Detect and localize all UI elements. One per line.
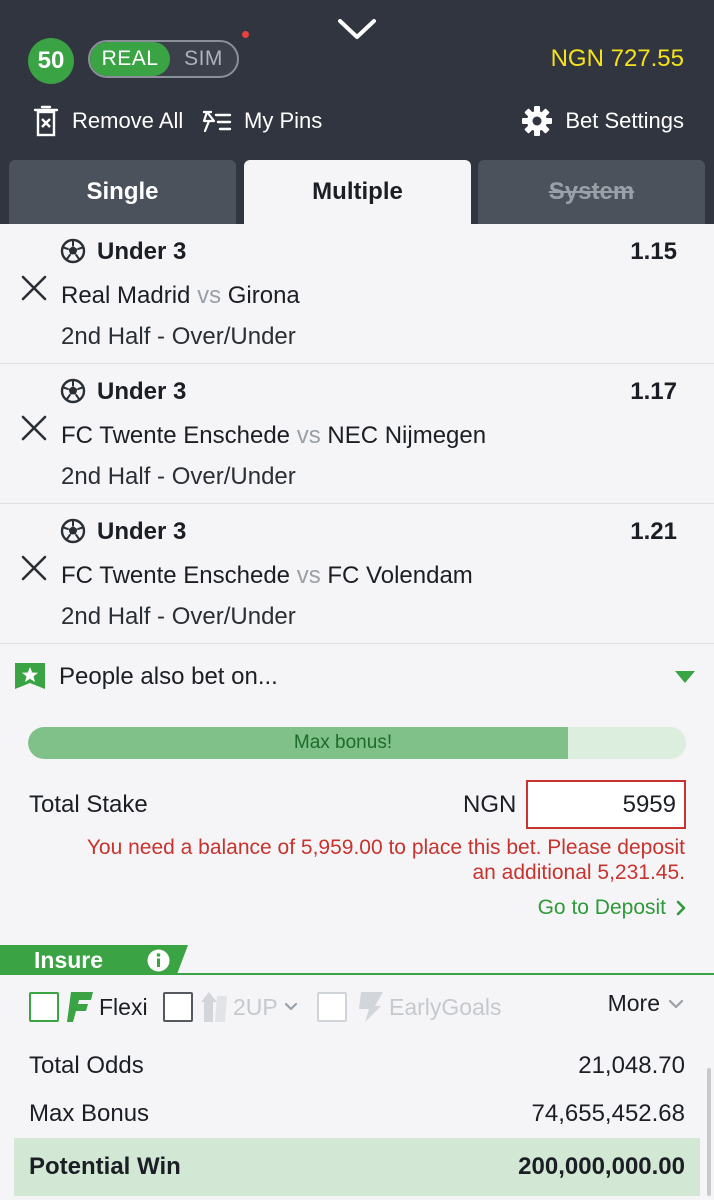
away-team: NEC Nijmegen — [327, 422, 487, 449]
selection-pick: Under 3 — [97, 378, 187, 405]
selection-list: Under 3 1.15 Real Madrid vs Girona 2nd H… — [0, 224, 714, 644]
insure-header: Insure — [0, 945, 188, 975]
chevron-right-icon — [676, 900, 686, 916]
tab-multiple[interactable]: Multiple — [244, 160, 471, 224]
selection-odds: 1.17 — [630, 378, 677, 405]
flexi-label: Flexi — [99, 993, 148, 1020]
pin-list-icon — [202, 110, 232, 133]
real-sim-toggle[interactable]: REAL SIM — [88, 40, 239, 78]
total-odds-label: Total Odds — [29, 1052, 144, 1079]
close-icon[interactable] — [20, 274, 48, 302]
max-bonus-row: Max Bonus 74,655,452.68 — [29, 1100, 685, 1128]
selection-pick: Under 3 — [97, 518, 187, 545]
deposit-link-label: Go to Deposit — [537, 896, 666, 919]
betslip-header: 50 REAL SIM NGN 727.55 Remove All My Pin… — [0, 0, 714, 224]
football-icon — [60, 378, 86, 404]
two-up-logo-icon — [201, 992, 227, 1022]
selection-match: FC Twente Enschede vs FC Volendam — [61, 562, 473, 590]
selection-market: 2nd Half - Over/Under — [61, 323, 296, 350]
max-bonus-progress: Max bonus! — [28, 727, 686, 759]
bet-type-tabs: Single Multiple System — [0, 160, 714, 224]
stake-currency: NGN — [463, 791, 517, 818]
more-options-button[interactable]: More — [608, 990, 684, 1017]
early-goals-checkbox[interactable] — [317, 992, 347, 1022]
more-label: More — [607, 990, 660, 1016]
two-up-checkbox[interactable] — [163, 992, 193, 1022]
selection-item: Under 3 1.21 FC Twente Enschede vs FC Vo… — [0, 504, 714, 644]
selection-market: 2nd Half - Over/Under — [61, 463, 296, 490]
potential-win-label: Potential Win — [29, 1153, 181, 1180]
scrollbar[interactable] — [707, 1068, 711, 1196]
vs-label: vs — [296, 562, 321, 589]
away-team: FC Volendam — [327, 562, 473, 589]
home-team: FC Twente Enschede — [61, 422, 291, 449]
potential-win-row: Potential Win 200,000,000.00 — [14, 1138, 700, 1196]
selection-odds: 1.15 — [630, 238, 677, 265]
insufficient-balance-warning: You need a balance of 5,959.00 to place … — [5, 835, 685, 885]
chevron-down-icon[interactable] — [284, 1002, 298, 1012]
bet-settings-label: Bet Settings — [565, 108, 684, 133]
account-balance: NGN 727.55 — [550, 45, 684, 72]
people-also-bet-section[interactable]: People also bet on... — [0, 645, 714, 705]
selection-odds: 1.21 — [630, 518, 677, 545]
potential-win-value: 200,000,000.00 — [518, 1153, 685, 1180]
home-team: Real Madrid — [61, 282, 191, 309]
gear-icon — [522, 106, 553, 136]
selection-match: FC Twente Enschede vs NEC Nijmegen — [61, 422, 486, 450]
warning-line: You need a balance of 5,959.00 to place … — [86, 836, 685, 859]
tab-system: System — [478, 160, 705, 224]
bet-settings-button[interactable]: Bet Settings — [521, 104, 684, 138]
max-bonus-label: Max bonus! — [293, 732, 393, 753]
remove-all-button[interactable]: Remove All — [32, 104, 183, 138]
flexi-option[interactable]: Flexi — [29, 990, 148, 1024]
people-also-bet-label: People also bet on... — [59, 663, 278, 690]
two-up-label: 2UP — [233, 993, 278, 1020]
my-pins-button[interactable]: My Pins — [200, 104, 322, 138]
level-badge: 50 — [28, 38, 74, 84]
vs-label: vs — [197, 282, 222, 309]
go-to-deposit-link[interactable]: Go to Deposit — [538, 896, 686, 920]
max-bonus-row-label: Max Bonus — [29, 1100, 150, 1127]
flexi-checkbox[interactable] — [29, 992, 59, 1022]
selection-item: Under 3 1.17 FC Twente Enschede vs NEC N… — [0, 364, 714, 504]
football-icon — [60, 238, 86, 264]
early-goals-option[interactable]: EarlyGoals — [317, 990, 501, 1024]
total-odds-value: 21,048.70 — [578, 1052, 685, 1079]
close-icon[interactable] — [20, 414, 48, 442]
notification-dot — [242, 31, 249, 38]
remove-all-label: Remove All — [72, 108, 184, 133]
two-up-option[interactable]: 2UP — [163, 990, 298, 1024]
football-icon — [60, 518, 86, 544]
selection-pick: Under 3 — [97, 238, 187, 265]
total-odds-row: Total Odds 21,048.70 — [29, 1052, 685, 1080]
close-icon[interactable] — [20, 554, 48, 582]
mode-sim[interactable]: SIM — [170, 42, 237, 76]
vs-label: vs — [296, 422, 321, 449]
flexi-logo-icon — [67, 992, 93, 1022]
stake-input[interactable] — [526, 780, 686, 829]
mode-real[interactable]: REAL — [90, 42, 170, 76]
early-goals-label: EarlyGoals — [389, 993, 502, 1020]
warning-line: an additional 5,231.45. — [472, 861, 685, 884]
home-team: FC Twente Enschede — [61, 562, 291, 589]
total-stake-label: Total Stake — [29, 791, 148, 818]
insure-divider — [0, 973, 714, 975]
tab-single[interactable]: Single — [9, 160, 236, 224]
max-bonus-value: 74,655,452.68 — [531, 1100, 685, 1127]
caret-down-icon[interactable] — [675, 671, 695, 683]
away-team: Girona — [227, 282, 300, 309]
my-pins-label: My Pins — [244, 108, 323, 133]
trash-icon — [33, 105, 59, 137]
chevron-down-icon[interactable] — [337, 16, 377, 42]
selection-match: Real Madrid vs Girona — [61, 282, 300, 310]
info-icon[interactable] — [147, 949, 170, 972]
chevron-down-icon — [668, 999, 684, 1008]
early-goals-logo-icon — [359, 992, 383, 1022]
star-bookmark-icon — [15, 663, 45, 689]
insure-label: Insure — [34, 946, 104, 973]
selection-market: 2nd Half - Over/Under — [61, 603, 296, 630]
selection-item: Under 3 1.15 Real Madrid vs Girona 2nd H… — [0, 224, 714, 364]
